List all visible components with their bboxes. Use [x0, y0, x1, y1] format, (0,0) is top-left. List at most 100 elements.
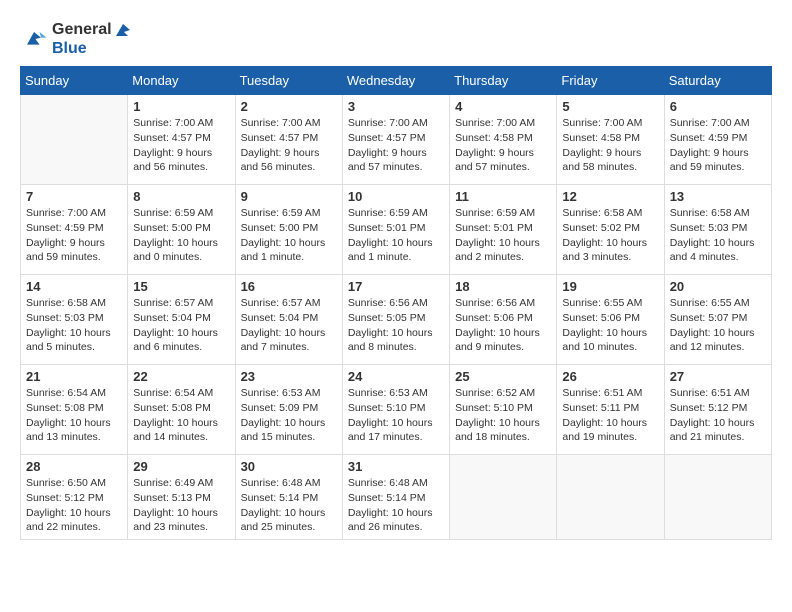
calendar-day-cell: 22 Sunrise: 6:54 AMSunset: 5:08 PMDayligh… — [128, 365, 235, 455]
calendar-week-row: 14 Sunrise: 6:58 AMSunset: 5:03 PMDayligh… — [21, 275, 772, 365]
day-number: 22 — [133, 369, 229, 384]
header-sunday: Sunday — [21, 67, 128, 95]
day-info: Sunrise: 6:57 AMSunset: 5:04 PMDaylight:… — [241, 296, 337, 355]
header-tuesday: Tuesday — [235, 67, 342, 95]
day-info: Sunrise: 6:59 AMSunset: 5:00 PMDaylight:… — [241, 206, 337, 265]
calendar-day-cell — [450, 455, 557, 540]
day-info: Sunrise: 7:00 AMSunset: 4:57 PMDaylight:… — [348, 116, 444, 175]
header-wednesday: Wednesday — [342, 67, 449, 95]
day-info: Sunrise: 6:57 AMSunset: 5:04 PMDaylight:… — [133, 296, 229, 355]
day-number: 12 — [562, 189, 658, 204]
day-number: 11 — [455, 189, 551, 204]
calendar-day-cell: 2 Sunrise: 7:00 AMSunset: 4:57 PMDaylight… — [235, 95, 342, 185]
day-info: Sunrise: 6:58 AMSunset: 5:03 PMDaylight:… — [670, 206, 766, 265]
day-number: 10 — [348, 189, 444, 204]
day-info: Sunrise: 6:55 AMSunset: 5:06 PMDaylight:… — [562, 296, 658, 355]
calendar-week-row: 7Sunrise: 7:00 AMSunset: 4:59 PMDaylight… — [21, 185, 772, 275]
day-number: 27 — [670, 369, 766, 384]
header-saturday: Saturday — [664, 67, 771, 95]
day-number: 9 — [241, 189, 337, 204]
day-number: 24 — [348, 369, 444, 384]
day-number: 16 — [241, 279, 337, 294]
day-number: 17 — [348, 279, 444, 294]
day-number: 5 — [562, 99, 658, 114]
day-number: 14 — [26, 279, 122, 294]
calendar-day-cell: 6 Sunrise: 7:00 AMSunset: 4:59 PMDaylight… — [664, 95, 771, 185]
day-info: Sunrise: 6:54 AMSunset: 5:08 PMDaylight:… — [26, 386, 122, 445]
day-info: Sunrise: 6:56 AMSunset: 5:06 PMDaylight:… — [455, 296, 551, 355]
calendar-day-cell: 17 Sunrise: 6:56 AMSunset: 5:05 PMDayligh… — [342, 275, 449, 365]
day-number: 26 — [562, 369, 658, 384]
calendar-day-cell: 25 Sunrise: 6:52 AMSunset: 5:10 PMDayligh… — [450, 365, 557, 455]
day-number: 21 — [26, 369, 122, 384]
day-info: Sunrise: 6:52 AMSunset: 5:10 PMDaylight:… — [455, 386, 551, 445]
calendar-header-row: SundayMondayTuesdayWednesdayThursdayFrid… — [21, 67, 772, 95]
header-friday: Friday — [557, 67, 664, 95]
calendar-day-cell — [21, 95, 128, 185]
day-number: 19 — [562, 279, 658, 294]
day-info: Sunrise: 6:49 AMSunset: 5:13 PMDaylight:… — [133, 476, 229, 535]
day-number: 6 — [670, 99, 766, 114]
day-number: 30 — [241, 459, 337, 474]
day-number: 20 — [670, 279, 766, 294]
logo: GeneralBlue — [20, 20, 132, 58]
day-number: 31 — [348, 459, 444, 474]
day-info: Sunrise: 6:59 AMSunset: 5:00 PMDaylight:… — [133, 206, 229, 265]
calendar-week-row: 1 Sunrise: 7:00 AMSunset: 4:57 PMDaylight… — [21, 95, 772, 185]
calendar-day-cell: 23Sunrise: 6:53 AMSunset: 5:09 PMDayligh… — [235, 365, 342, 455]
day-info: Sunrise: 6:48 AMSunset: 5:14 PMDaylight:… — [348, 476, 444, 535]
day-number: 2 — [241, 99, 337, 114]
day-info: Sunrise: 7:00 AMSunset: 4:57 PMDaylight:… — [241, 116, 337, 175]
day-number: 15 — [133, 279, 229, 294]
calendar-day-cell — [664, 455, 771, 540]
day-number: 13 — [670, 189, 766, 204]
day-info: Sunrise: 6:51 AMSunset: 5:12 PMDaylight:… — [670, 386, 766, 445]
day-number: 23 — [241, 369, 337, 384]
header-monday: Monday — [128, 67, 235, 95]
calendar-day-cell: 28 Sunrise: 6:50 AMSunset: 5:12 PMDayligh… — [21, 455, 128, 540]
day-info: Sunrise: 6:59 AMSunset: 5:01 PMDaylight:… — [455, 206, 551, 265]
calendar-day-cell: 5Sunrise: 7:00 AMSunset: 4:58 PMDaylight… — [557, 95, 664, 185]
calendar-day-cell: 12 Sunrise: 6:58 AMSunset: 5:02 PMDayligh… — [557, 185, 664, 275]
calendar-day-cell: 19 Sunrise: 6:55 AMSunset: 5:06 PMDayligh… — [557, 275, 664, 365]
calendar-day-cell: 16 Sunrise: 6:57 AMSunset: 5:04 PMDayligh… — [235, 275, 342, 365]
day-number: 25 — [455, 369, 551, 384]
calendar-day-cell: 4 Sunrise: 7:00 AMSunset: 4:58 PMDaylight… — [450, 95, 557, 185]
calendar-table: SundayMondayTuesdayWednesdayThursdayFrid… — [20, 66, 772, 540]
calendar-day-cell: 15 Sunrise: 6:57 AMSunset: 5:04 PMDayligh… — [128, 275, 235, 365]
day-info: Sunrise: 6:55 AMSunset: 5:07 PMDaylight:… — [670, 296, 766, 355]
day-info: Sunrise: 7:00 AMSunset: 4:59 PMDaylight:… — [670, 116, 766, 175]
calendar-day-cell: 26Sunrise: 6:51 AMSunset: 5:11 PMDayligh… — [557, 365, 664, 455]
day-info: Sunrise: 6:58 AMSunset: 5:02 PMDaylight:… — [562, 206, 658, 265]
day-info: Sunrise: 6:56 AMSunset: 5:05 PMDaylight:… — [348, 296, 444, 355]
day-info: Sunrise: 6:59 AMSunset: 5:01 PMDaylight:… — [348, 206, 444, 265]
day-number: 29 — [133, 459, 229, 474]
calendar-day-cell: 13 Sunrise: 6:58 AMSunset: 5:03 PMDayligh… — [664, 185, 771, 275]
day-number: 3 — [348, 99, 444, 114]
calendar-day-cell: 24Sunrise: 6:53 AMSunset: 5:10 PMDayligh… — [342, 365, 449, 455]
logo-icon — [20, 25, 48, 53]
day-info: Sunrise: 6:58 AMSunset: 5:03 PMDaylight:… — [26, 296, 122, 355]
page-header: GeneralBlue — [20, 20, 772, 58]
day-info: Sunrise: 7:00 AMSunset: 4:58 PMDaylight:… — [455, 116, 551, 175]
calendar-day-cell: 1Sunrise: 7:00 AMSunset: 4:57 PMDaylight… — [128, 95, 235, 185]
calendar-day-cell: 31 Sunrise: 6:48 AMSunset: 5:14 PMDayligh… — [342, 455, 449, 540]
calendar-day-cell: 21 Sunrise: 6:54 AMSunset: 5:08 PMDayligh… — [21, 365, 128, 455]
day-number: 1 — [133, 99, 229, 114]
calendar-day-cell: 18 Sunrise: 6:56 AMSunset: 5:06 PMDayligh… — [450, 275, 557, 365]
calendar-day-cell: 7Sunrise: 7:00 AMSunset: 4:59 PMDaylight… — [21, 185, 128, 275]
calendar-day-cell — [557, 455, 664, 540]
day-number: 8 — [133, 189, 229, 204]
calendar-day-cell: 29 Sunrise: 6:49 AMSunset: 5:13 PMDayligh… — [128, 455, 235, 540]
day-info: Sunrise: 7:00 AMSunset: 4:59 PMDaylight:… — [26, 206, 122, 265]
calendar-day-cell: 11 Sunrise: 6:59 AMSunset: 5:01 PMDayligh… — [450, 185, 557, 275]
day-info: Sunrise: 6:54 AMSunset: 5:08 PMDaylight:… — [133, 386, 229, 445]
day-number: 4 — [455, 99, 551, 114]
calendar-week-row: 28 Sunrise: 6:50 AMSunset: 5:12 PMDayligh… — [21, 455, 772, 540]
calendar-day-cell: 10 Sunrise: 6:59 AMSunset: 5:01 PMDayligh… — [342, 185, 449, 275]
day-number: 28 — [26, 459, 122, 474]
day-info: Sunrise: 6:50 AMSunset: 5:12 PMDaylight:… — [26, 476, 122, 535]
day-number: 18 — [455, 279, 551, 294]
calendar-week-row: 21 Sunrise: 6:54 AMSunset: 5:08 PMDayligh… — [21, 365, 772, 455]
calendar-day-cell: 8 Sunrise: 6:59 AMSunset: 5:00 PMDaylight… — [128, 185, 235, 275]
